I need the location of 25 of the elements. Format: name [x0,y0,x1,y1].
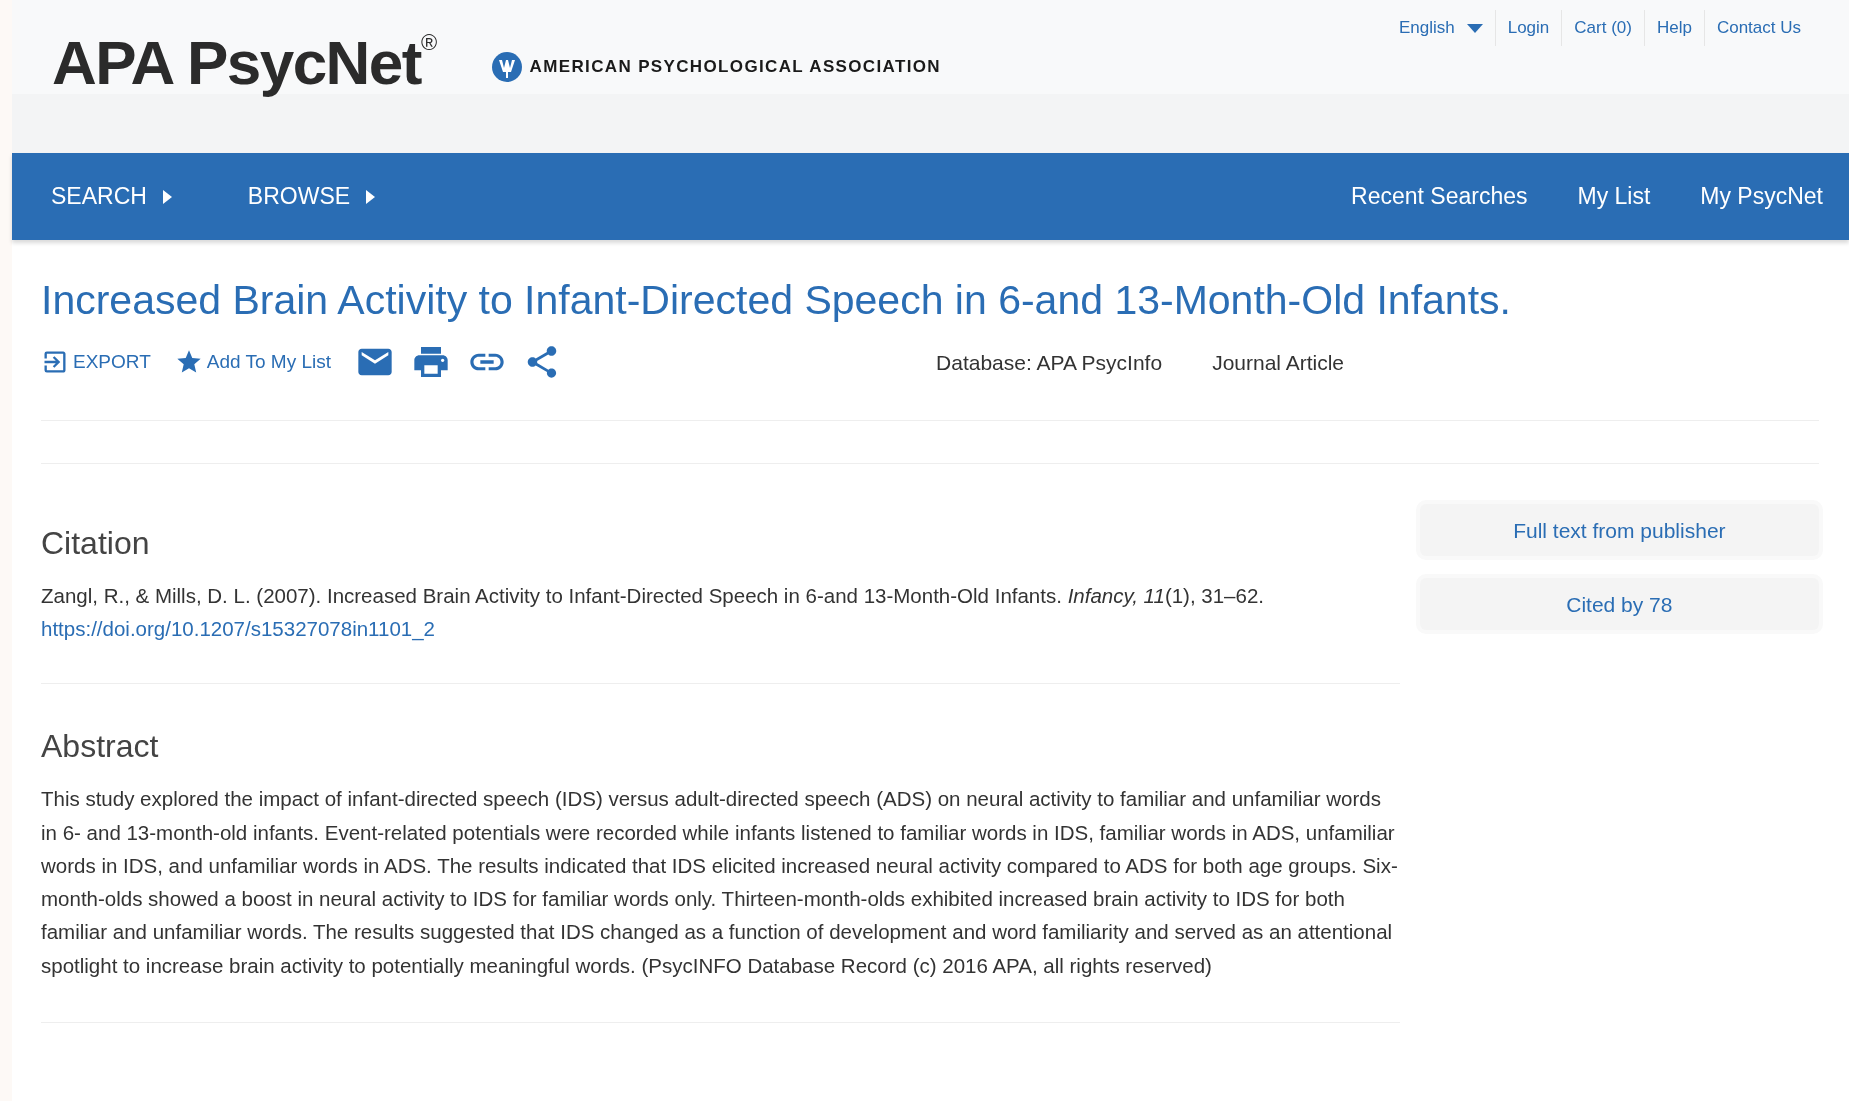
organization-name: AMERICAN PSYCHOLOGICAL ASSOCIATION [529,56,941,79]
caret-icon [162,189,172,204]
header-link[interactable]: Login [1507,15,1550,41]
add-to-list-button[interactable]: Add To My List [174,348,332,377]
nav-link[interactable]: Recent Searches [1351,179,1528,214]
caret-icon [1466,23,1483,33]
nav-link[interactable]: My List [1577,179,1651,214]
nav-menu-button[interactable]: BROWSE [247,179,376,214]
association-logo-icon [491,52,522,82]
article-meta: Journal Article [1212,349,1345,376]
caret-icon [366,189,376,204]
header-link[interactable]: Contact Us [1716,15,1801,41]
article-title: Increased Brain Activity to Infant-Directed Speech in 6-and 13-Month-Old Infants. [41,276,1512,325]
abstract-text: This study explored the impact of infant-directed speech (IDS) versus adult-directed speech (ADS) on neural activity to familiar and unfamiliar words in 6- and 13-month-old infants. Event-related potentials were recorded while infants listened to familiar words in IDS, familiar words in ADS, unfamiliar words in IDS, and unfamiliar words in ADS. The results indicated that IDS elicited increased neural activity compared to ADS for both age groups. Six-month-olds showed a boost in neural activity to IDS for familiar words only. Thirteen-month-olds exhibited increased brain activity to IDS for both familiar and unfamiliar words. The results suggested that IDS changed as a function of development and word familiarity and served as an attentional spotlight to increase brain activity to potentially meaningful words. (PsycINFO Database Record (c) 2016 APA, all rights reserved) [41,786,1399,979]
section-heading: Abstract [41,727,160,767]
doi-link[interactable]: https://doi.org/10.1207/s15327078in1101_2 [41,617,435,641]
header-link[interactable]: Help [1656,15,1692,41]
article-meta: Database: APA PsycInfo [936,349,1163,376]
header-link[interactable]: Cart (0) [1574,15,1632,41]
nav-link[interactable]: My PsycNet [1700,179,1823,214]
export-button[interactable]: EXPORT [41,348,151,377]
language-dropdown[interactable]: English [1398,15,1483,41]
citation-text: Zangl, R., & Mills, D. L. (2007). Increased Brain Activity to Infant-Directed Speech in 6-and 13-Month-Old Infants. Infancy, 11(1), 31–62. https://doi.org/10.1207/s15327078in1101_2 [41,583,1266,643]
nav-menu-button[interactable]: SEARCH [51,179,172,214]
section-heading: Citation [41,524,151,564]
